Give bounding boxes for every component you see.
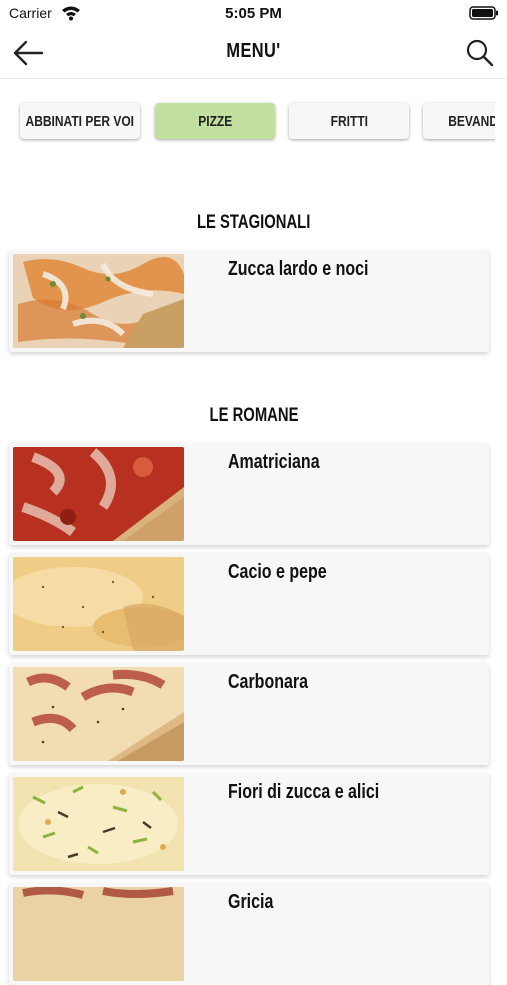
pizza-image: [13, 887, 184, 981]
menu-item-card[interactable]: Fiori di zucca e alici: [9, 773, 489, 875]
pizza-image: [13, 557, 184, 651]
menu-item-name: Fiori di zucca e alici: [228, 781, 380, 803]
clock: 5:05 PM: [225, 5, 282, 22]
nav-bar: MENU': [0, 28, 507, 79]
tab-bevande[interactable]: BEVANDE: [423, 103, 495, 139]
status-bar: Carrier 5:05 PM: [0, 0, 507, 28]
menu-item-name: Gricia: [228, 891, 274, 913]
page-title: MENU': [226, 40, 281, 62]
menu-item-card[interactable]: Zucca lardo e noci: [9, 250, 489, 352]
pizza-image: [13, 254, 184, 348]
battery-icon: [469, 6, 498, 20]
arrow-left-icon[interactable]: [12, 38, 44, 68]
menu-item-name: Amatriciana: [228, 451, 320, 473]
tab-label: ABBINATI PER VOI: [25, 112, 135, 130]
search-icon[interactable]: [465, 38, 495, 68]
section-title: LE ROMANE: [209, 405, 298, 426]
menu-item-name: Cacio e pepe: [228, 561, 327, 583]
pizza-image: [13, 447, 184, 541]
menu-item-card[interactable]: Gricia: [9, 883, 489, 985]
pizza-image: [13, 667, 184, 761]
tab-label: PIZZE: [197, 112, 232, 130]
tab-label: FRITTI: [330, 112, 368, 130]
tab-pizze[interactable]: PIZZE: [155, 103, 275, 139]
tab-label: BEVANDE: [448, 112, 495, 130]
menu-item-name: Zucca lardo e noci: [228, 258, 369, 280]
menu-item-name: Carbonara: [228, 671, 309, 693]
tab-fritti[interactable]: FRITTI: [289, 103, 409, 139]
tab-abbinati-per-voi[interactable]: ABBINATI PER VOI: [20, 103, 140, 139]
menu-item-card[interactable]: Cacio e pepe: [9, 553, 489, 655]
category-tabs: ABBINATI PER VOI PIZZE FRITTI BEVANDE: [0, 94, 495, 154]
pizza-image: [13, 777, 184, 871]
section-title: LE STAGIONALI: [196, 212, 311, 233]
menu-item-card[interactable]: Carbonara: [9, 663, 489, 765]
menu-item-card[interactable]: Amatriciana: [9, 443, 489, 545]
